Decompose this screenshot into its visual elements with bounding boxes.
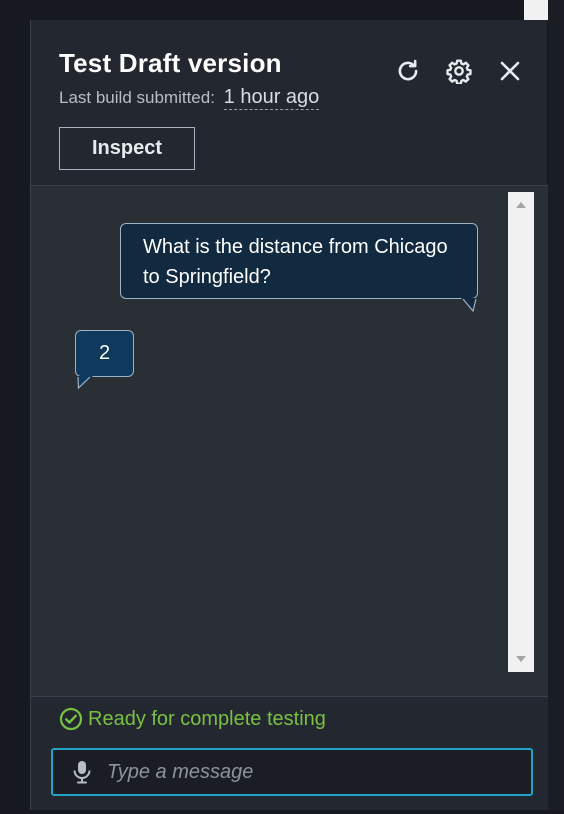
outer-right-edge — [548, 0, 564, 814]
message-input-box[interactable] — [51, 748, 533, 796]
inspect-button[interactable]: Inspect — [59, 127, 195, 170]
page: Test Draft version Last build submitted:… — [0, 0, 564, 814]
build-status-label: Last build submitted: — [59, 88, 215, 107]
microphone-icon[interactable] — [71, 759, 93, 785]
bottom-edge — [0, 810, 564, 814]
build-status-line: Last build submitted: 1 hour ago — [59, 86, 320, 110]
message-input[interactable] — [105, 759, 531, 785]
panel-footer: Ready for complete testing — [31, 696, 548, 810]
check-circle-icon — [59, 707, 83, 731]
conversation-area[interactable]: What is the distance from Chicago to Spr… — [31, 186, 548, 696]
user-bubble-tail — [461, 298, 477, 312]
bot-bubble-tail — [77, 376, 93, 390]
settings-button[interactable] — [445, 57, 473, 85]
test-panel: Test Draft version Last build submitted:… — [30, 20, 548, 810]
bot-message-bubble: 2 — [75, 330, 134, 377]
user-message-bubble: What is the distance from Chicago to Spr… — [120, 223, 478, 299]
status-text: Ready for complete testing — [88, 707, 326, 730]
close-button[interactable] — [496, 57, 524, 85]
panel-title: Test Draft version — [59, 48, 282, 78]
scroll-down-arrow-icon[interactable] — [516, 656, 526, 662]
build-time-link[interactable]: 1 hour ago — [223, 86, 320, 110]
refresh-button[interactable] — [394, 57, 422, 85]
panel-header: Test Draft version Last build submitted:… — [31, 20, 548, 186]
scroll-up-arrow-icon[interactable] — [516, 202, 526, 208]
refresh-icon — [398, 59, 418, 81]
chat-scrollbar[interactable] — [508, 192, 534, 672]
settings-icon — [446, 59, 472, 84]
close-icon — [500, 61, 520, 81]
testing-status: Ready for complete testing — [59, 707, 326, 731]
outer-scrollbar[interactable] — [524, 0, 548, 20]
